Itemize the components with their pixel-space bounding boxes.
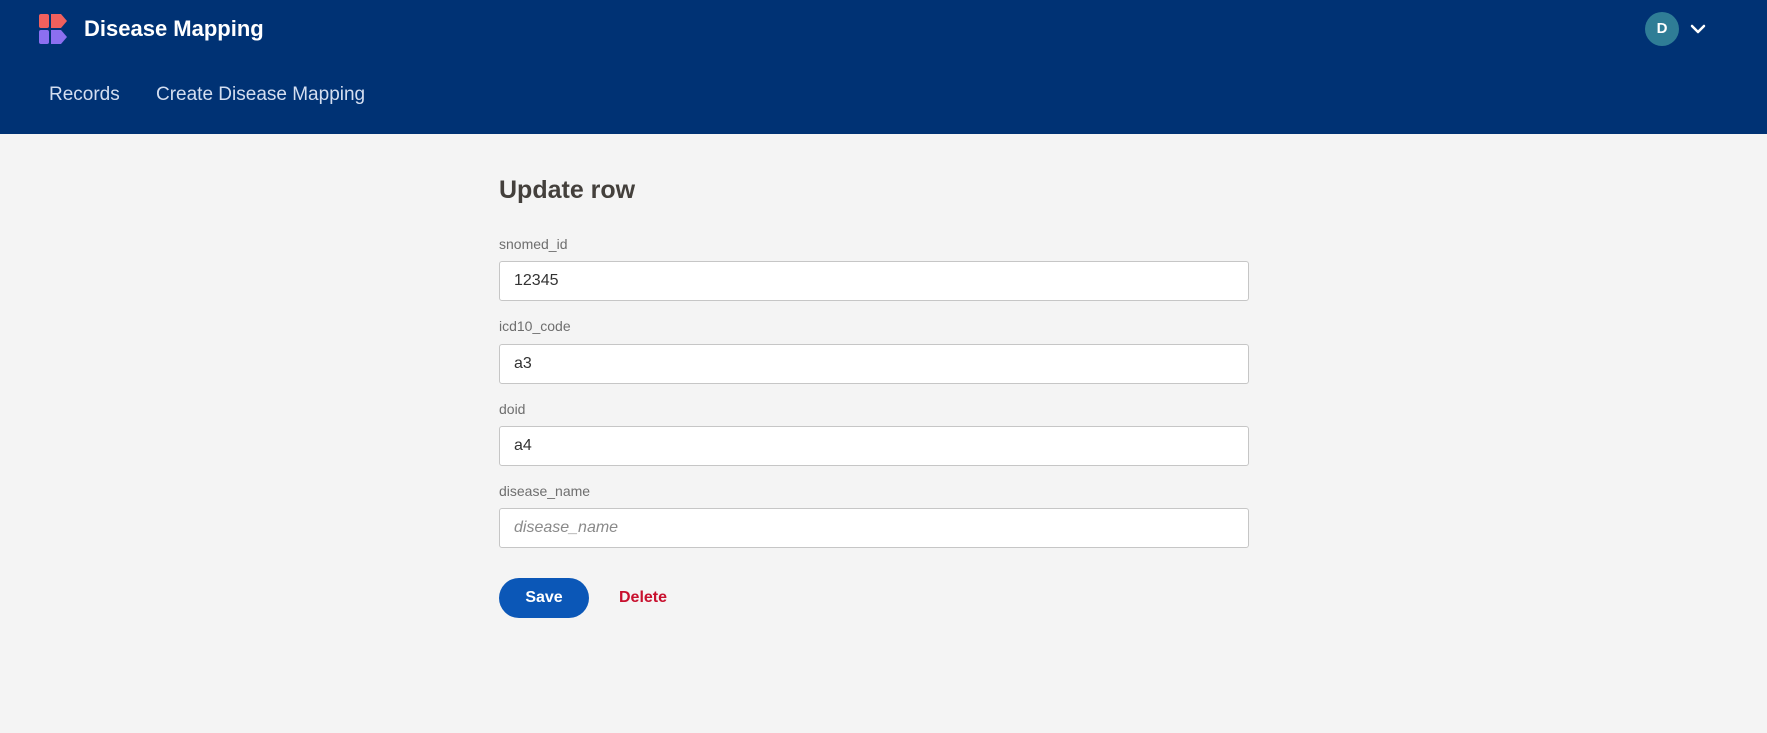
snomed-id-label: snomed_id: [499, 236, 568, 252]
delete-button[interactable]: Delete: [619, 578, 667, 618]
icd10-code-label: icd10_code: [499, 318, 571, 334]
nav-create-disease-mapping[interactable]: Create Disease Mapping: [156, 80, 365, 110]
user-avatar[interactable]: D: [1645, 12, 1679, 46]
app-logo-icon: [39, 14, 67, 44]
disease-name-label: disease_name: [499, 483, 591, 499]
disease-name-input[interactable]: [499, 508, 1249, 548]
page-title: Update row: [499, 176, 636, 204]
save-button[interactable]: Save: [499, 578, 589, 618]
doid-input[interactable]: [499, 426, 1249, 466]
snomed-id-input[interactable]: [499, 261, 1249, 301]
nav-records[interactable]: Records: [49, 80, 120, 110]
doid-label: doid: [499, 401, 526, 417]
app-title: Disease Mapping: [84, 16, 264, 41]
chevron-down-icon[interactable]: [1688, 19, 1708, 39]
app-header: Disease Mapping D Records Create Disease…: [0, 0, 1767, 134]
icd10-code-input[interactable]: [499, 344, 1249, 384]
